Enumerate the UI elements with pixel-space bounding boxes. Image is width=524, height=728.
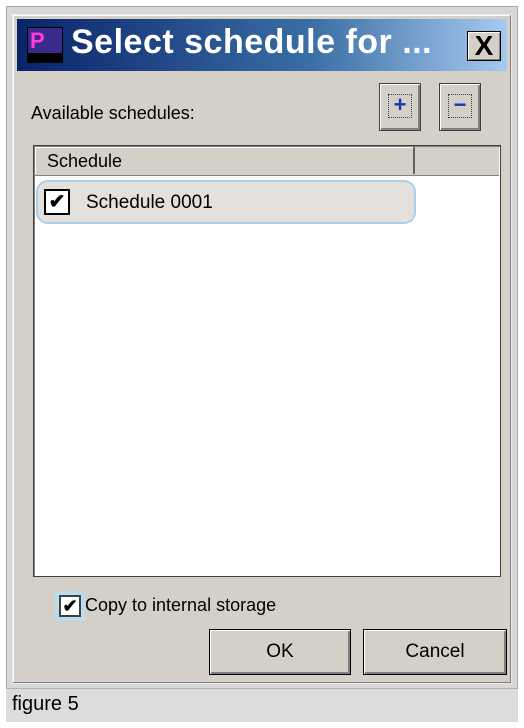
- window-title: Select schedule for ...: [71, 23, 433, 61]
- plus-icon: +: [388, 94, 412, 118]
- figure-caption: figure 5: [6, 688, 518, 722]
- title-bar[interactable]: P Select schedule for ... X: [17, 19, 507, 71]
- copy-to-internal-storage-label[interactable]: Copy to internal storage: [85, 595, 276, 616]
- available-schedules-label: Available schedules:: [31, 103, 195, 123]
- schedule-checkbox[interactable]: ✔: [44, 189, 70, 215]
- app-icon: P: [27, 27, 63, 63]
- copy-to-internal-storage-checkbox[interactable]: ✔: [59, 595, 81, 617]
- cancel-button[interactable]: Cancel: [363, 629, 507, 675]
- list-header: Schedule: [35, 147, 499, 176]
- minus-icon: −: [448, 94, 472, 118]
- schedule-name: Schedule 0001: [86, 192, 213, 213]
- schedule-list[interactable]: Schedule ✔ Schedule 0001: [33, 145, 501, 577]
- add-schedule-button[interactable]: +: [379, 83, 421, 131]
- list-item[interactable]: ✔ Schedule 0001: [36, 180, 416, 224]
- column-header-schedule[interactable]: Schedule: [35, 147, 415, 174]
- ok-button[interactable]: OK: [209, 629, 351, 675]
- close-button[interactable]: X: [467, 31, 501, 61]
- remove-schedule-button[interactable]: −: [439, 83, 481, 131]
- select-schedule-dialog: P Select schedule for ... X Available sc…: [12, 14, 512, 684]
